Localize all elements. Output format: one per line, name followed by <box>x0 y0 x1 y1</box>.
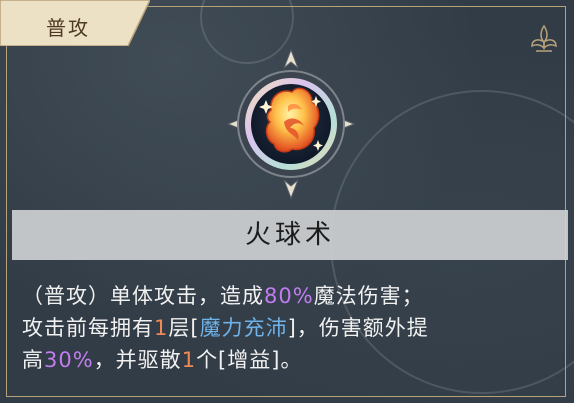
dispel-count: 1 <box>181 348 197 372</box>
buff-keyword[interactable]: 魔力充沛 <box>200 316 288 340</box>
description-text: （普攻）单体攻击，造成 <box>22 284 264 308</box>
skill-description: （普攻）单体攻击，造成80%魔法伤害； 攻击前每拥有1层[魔力充沛]，伤害额外提… <box>22 280 552 376</box>
description-line: 高30%，并驱散1个[增益]。 <box>22 344 552 376</box>
description-text: 个[增益]。 <box>196 348 303 372</box>
description-text: ，并驱散 <box>93 348 182 372</box>
description-text: 层[ <box>168 316 200 340</box>
description-text: 攻击前每拥有 <box>22 316 154 340</box>
fleur-de-lis-icon <box>531 24 557 52</box>
description-line: 攻击前每拥有1层[魔力充沛]，伤害额外提 <box>22 312 552 344</box>
description-text: 高 <box>22 348 44 372</box>
skill-name: 火球术 <box>244 220 335 250</box>
description-line: （普攻）单体攻击，造成80%魔法伤害； <box>22 280 552 312</box>
skill-tooltip-panel: 普攻 火球术 （普攻）单体攻击，造成80%魔法伤害； 攻击前每拥有1层[魔力充沛… <box>0 0 574 403</box>
skill-type-label: 普攻 <box>46 16 90 40</box>
skill-type-tag: 普攻 <box>0 0 151 47</box>
damage-percent: 80% <box>264 284 314 308</box>
stack-count: 1 <box>154 316 169 340</box>
description-text: ]，伤害额外提 <box>287 316 429 340</box>
fireball-icon <box>226 48 356 200</box>
bonus-percent: 30% <box>44 348 94 372</box>
description-text: 魔法伤害； <box>313 284 424 308</box>
skill-name-banner: 火球术 <box>12 210 568 260</box>
